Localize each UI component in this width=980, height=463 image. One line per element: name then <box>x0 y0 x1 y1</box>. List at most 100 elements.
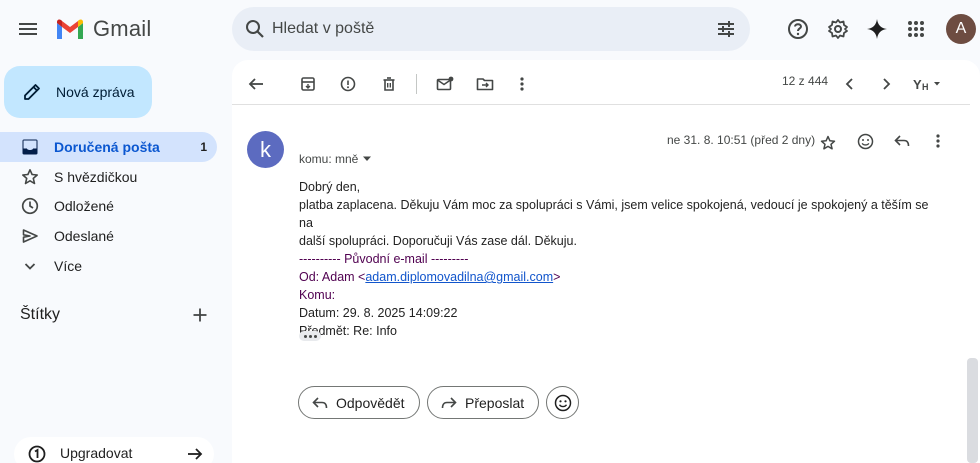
body-line: další spolupráci. Doporučuji Vás zase dá… <box>299 234 577 248</box>
toolbar-divider <box>416 74 417 94</box>
gear-icon <box>828 19 848 39</box>
sidebar-item-label: Odložené <box>54 198 114 214</box>
message-date: ne 31. 8. 10:51 (před 2 dny) <box>667 133 816 147</box>
sidebar-item-inbox[interactable]: Doručená pošta 1 <box>0 132 217 162</box>
compose-label: Nová zpráva <box>56 84 135 100</box>
sidebar-item-sent[interactable]: Odeslané <box>0 221 217 251</box>
newer-button[interactable] <box>834 68 866 100</box>
emoji-reaction-button[interactable] <box>546 386 579 419</box>
gmail-wordmark: Gmail <box>93 16 152 41</box>
search-input[interactable] <box>272 7 692 51</box>
emoji-icon <box>554 394 571 411</box>
search-icon[interactable] <box>244 18 266 40</box>
sidebar-item-label: Odeslané <box>54 228 114 244</box>
star-icon <box>820 135 836 150</box>
more-vert-icon <box>520 77 524 91</box>
star-icon <box>20 167 40 187</box>
chevron-right-icon <box>883 78 891 90</box>
forwarded-header: ---------- Původní e-mail --------- <box>299 252 469 266</box>
show-trimmed-content-button[interactable] <box>299 331 321 341</box>
sparkle-icon <box>867 19 887 39</box>
reply-icon <box>312 396 328 408</box>
back-button[interactable] <box>240 68 272 100</box>
message-body: Dobrý den, platba zaplacena. Děkuju Vám … <box>299 178 939 340</box>
archive-icon <box>301 77 315 91</box>
gmail-logo[interactable]: Gmail <box>55 16 151 42</box>
gemini-button[interactable] <box>857 9 897 49</box>
body-line: platba zaplacena. Děkuju Vám moc za spol… <box>299 198 929 230</box>
mark-unread-button[interactable] <box>429 68 461 100</box>
search-bar[interactable] <box>232 7 750 51</box>
forward-icon <box>441 396 457 408</box>
report-icon <box>340 76 356 92</box>
search-options-icon[interactable] <box>714 17 738 41</box>
archive-button[interactable] <box>292 68 324 100</box>
add-reaction-button[interactable] <box>849 125 881 157</box>
sender-avatar[interactable]: k <box>247 131 284 168</box>
svg-text:H: H <box>922 82 929 92</box>
forwarded-to: Komu: <box>299 288 336 302</box>
arrow-left-icon <box>248 78 263 90</box>
forward-label: Přeposlat <box>465 394 525 411</box>
input-tools-icon: YH <box>913 77 940 92</box>
reply-button[interactable]: Odpovědět <box>298 386 420 419</box>
sidebar-item-label: Více <box>54 258 83 274</box>
google-apps-button[interactable] <box>896 9 936 49</box>
help-button[interactable] <box>778 9 818 49</box>
emoji-icon <box>857 133 873 149</box>
account-avatar[interactable]: A <box>946 14 976 44</box>
sidebar-item-snoozed[interactable]: Odložené <box>0 191 217 221</box>
clock-icon <box>20 196 40 216</box>
older-button[interactable] <box>870 68 902 100</box>
plus-icon <box>193 308 207 322</box>
chevron-down-icon <box>20 256 40 276</box>
reply-icon-button[interactable] <box>886 125 918 157</box>
inbox-icon <box>20 137 40 157</box>
move-to-folder-icon <box>476 78 494 91</box>
sidebar-item-label: S hvězdičkou <box>54 169 138 185</box>
add-label-button[interactable] <box>188 303 212 327</box>
message-view: 12 z 444 YH k ne 31. 8. 10:51 (před 2 dn… <box>232 60 980 463</box>
labels-heading: Štítky <box>20 306 61 323</box>
input-tools-button[interactable]: YH <box>908 68 948 100</box>
upgrade-badge-icon <box>28 445 46 463</box>
upgrade-button[interactable]: Upgradovat <box>14 437 214 463</box>
forward-button[interactable]: Přeposlat <box>427 386 539 419</box>
reply-label: Odpovědět <box>336 394 405 411</box>
trash-icon <box>383 77 395 91</box>
delete-button[interactable] <box>373 68 405 100</box>
forwarded-from: Od: Adam <adam.diplomovadilna@gmail.com> <box>299 268 939 286</box>
pencil-icon <box>24 84 40 100</box>
message-more-button[interactable] <box>922 125 954 157</box>
toolbar-divider-line <box>232 104 970 105</box>
settings-button[interactable] <box>818 9 858 49</box>
caret-down-icon <box>363 156 372 161</box>
arrow-right-icon <box>188 448 203 460</box>
move-to-button[interactable] <box>469 68 501 100</box>
sidebar-item-more[interactable]: Více <box>0 251 217 281</box>
hamburger-menu-icon <box>19 23 37 35</box>
compose-button[interactable]: Nová zpráva <box>4 66 152 118</box>
sidebar-item-label: Doručená pošta <box>54 139 160 155</box>
greeting-line: Dobrý den, <box>299 180 361 194</box>
from-suffix: > <box>553 270 561 284</box>
report-spam-button[interactable] <box>332 68 364 100</box>
star-button[interactable] <box>812 127 844 159</box>
reply-icon <box>894 135 910 147</box>
sender-email-link[interactable]: adam.diplomovadilna@gmail.com <box>365 270 553 284</box>
forwarded-subject: Předmět: Re: Info <box>299 324 397 338</box>
help-icon <box>788 19 808 39</box>
svg-text:Y: Y <box>913 77 922 92</box>
recipient-details-toggle[interactable]: komu: mně <box>299 152 372 166</box>
apps-grid-icon <box>908 21 924 37</box>
forwarded-date: Datum: 29. 8. 2025 14:09:22 <box>299 306 458 320</box>
chevron-left-icon <box>845 78 853 90</box>
main-menu-button[interactable] <box>8 9 48 49</box>
pagination-count: 12 z 444 <box>782 74 829 88</box>
upgrade-label: Upgradovat <box>60 445 133 461</box>
send-icon <box>20 226 40 246</box>
scrollbar-thumb[interactable] <box>967 358 978 463</box>
more-actions-button[interactable] <box>506 68 538 100</box>
sidebar-item-starred[interactable]: S hvězdičkou <box>0 162 217 192</box>
recipient-line: komu: mně <box>299 152 359 166</box>
